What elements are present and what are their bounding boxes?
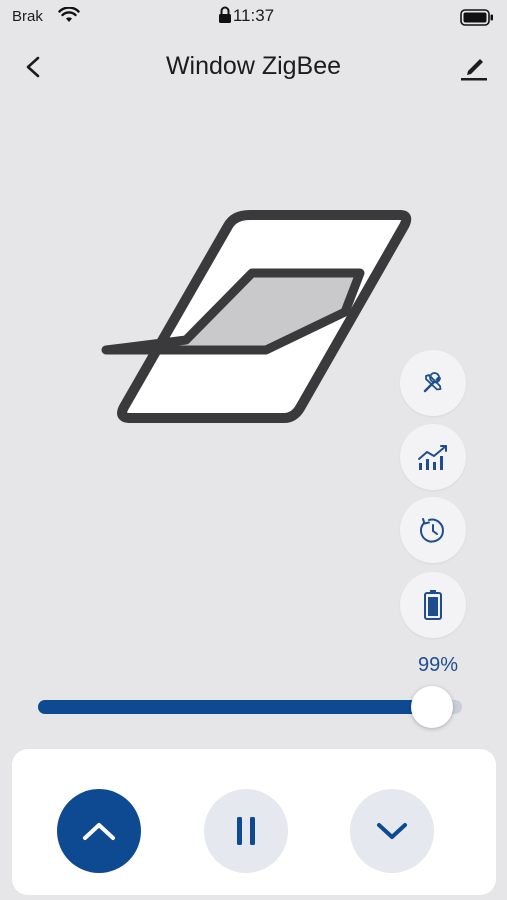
tools-icon bbox=[423, 372, 442, 393]
battery-status-icon bbox=[460, 9, 494, 31]
pencil-icon bbox=[461, 59, 487, 81]
slider-thumb[interactable] bbox=[411, 686, 454, 728]
timer-button[interactable] bbox=[400, 497, 466, 563]
chevron-up-icon bbox=[83, 823, 115, 840]
tools-button[interactable] bbox=[400, 350, 466, 416]
page-title: Window ZigBee bbox=[165, 52, 342, 80]
battery-icon bbox=[424, 590, 442, 620]
stop-button[interactable] bbox=[204, 789, 288, 873]
clock-icon bbox=[419, 518, 444, 543]
status-bar: Brak 11:37 bbox=[0, 0, 507, 34]
window-illustration bbox=[90, 200, 420, 435]
statistics-button[interactable] bbox=[400, 424, 466, 490]
control-panel bbox=[12, 749, 496, 895]
close-button[interactable] bbox=[350, 789, 434, 873]
chevron-down-icon bbox=[377, 823, 407, 839]
battery-button[interactable] bbox=[400, 572, 466, 638]
edit-button[interactable] bbox=[456, 50, 492, 84]
position-slider[interactable] bbox=[38, 686, 462, 728]
nav-bar: Window ZigBee bbox=[0, 40, 507, 96]
chart-icon bbox=[418, 445, 447, 470]
pause-icon bbox=[237, 817, 255, 845]
status-time: 11:37 bbox=[232, 6, 275, 25]
open-button[interactable] bbox=[57, 789, 141, 873]
position-percentage: 99% bbox=[417, 654, 459, 676]
roof-window-icon bbox=[101, 210, 412, 423]
slider-fill bbox=[38, 700, 433, 714]
